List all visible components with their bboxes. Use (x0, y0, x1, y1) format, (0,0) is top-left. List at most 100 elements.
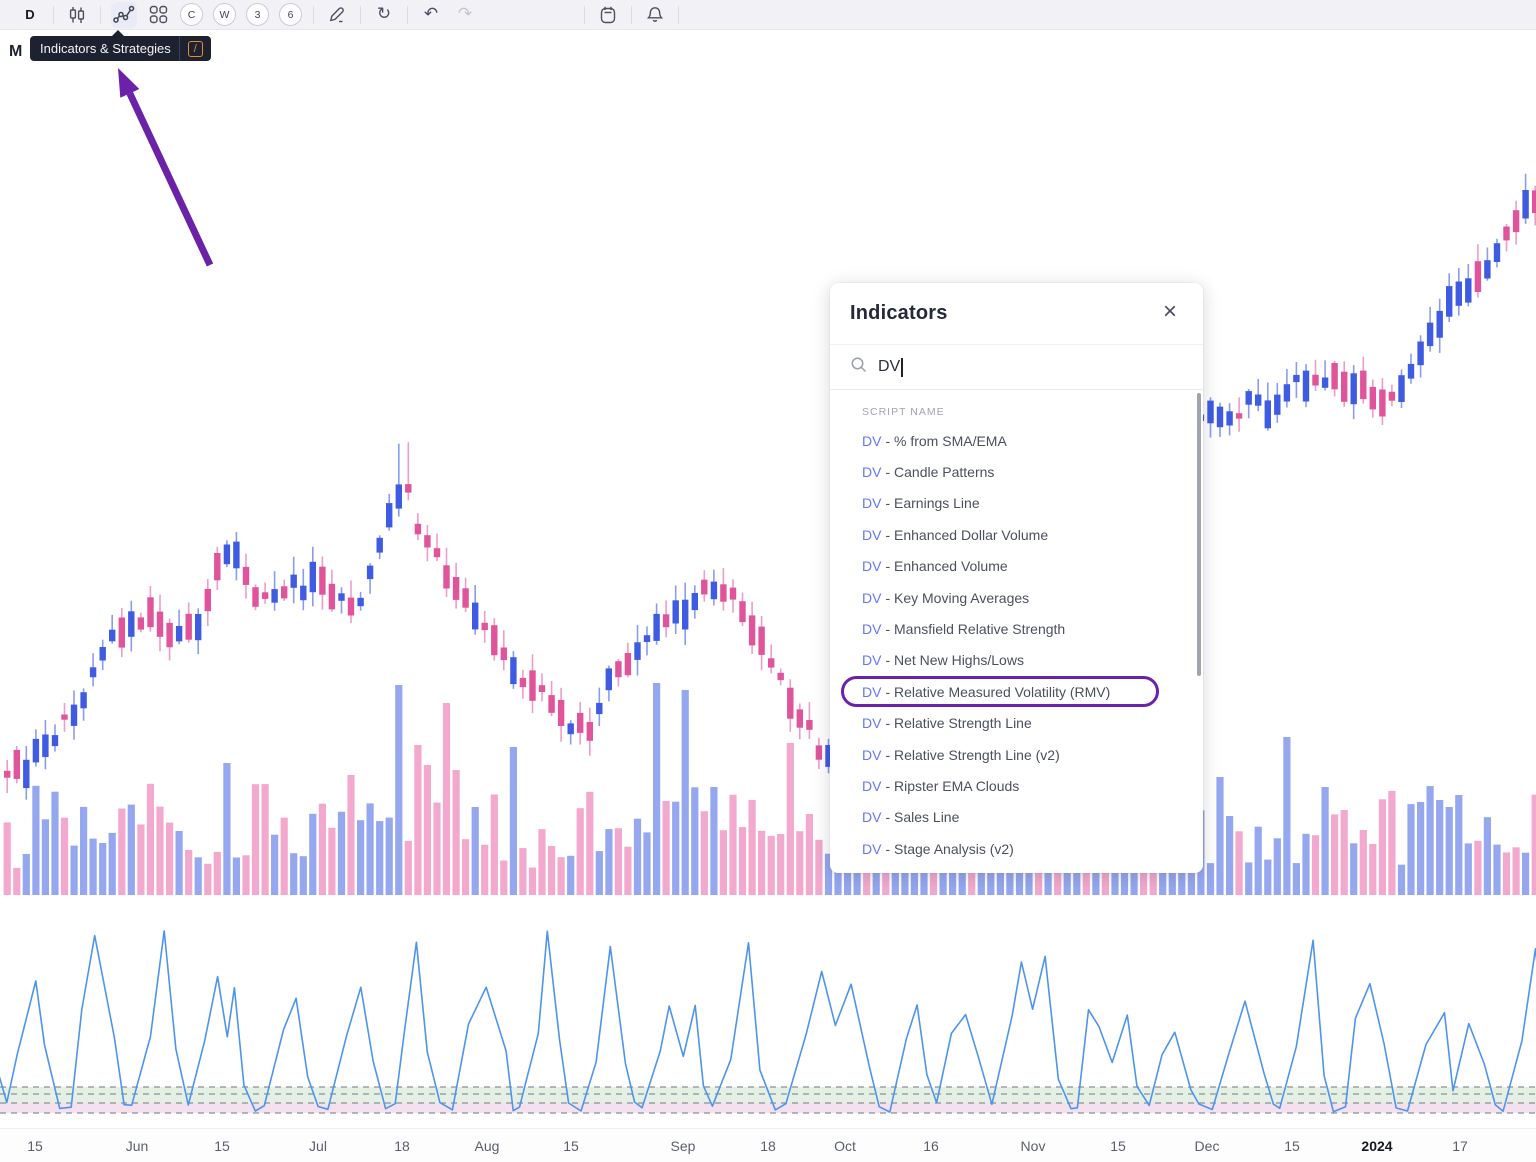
search-value: DV (878, 358, 900, 376)
top-toolbar: D CW36 (0, 0, 1536, 30)
indicator-label: - Mansfield Relative Strength (885, 621, 1065, 637)
toolbar-divider (407, 6, 408, 24)
text-caret (901, 358, 903, 377)
toolbar-divider (313, 6, 314, 24)
axis-label: Oct (834, 1138, 856, 1154)
indicator-list: SCRIPT NAME DV - % from SMA/EMADV - Cand… (830, 390, 1203, 873)
refresh-icon[interactable]: ↻ (371, 2, 397, 28)
shortcut-key-badge: / (188, 41, 203, 57)
indicator-list-item[interactable]: DV - Ripster EMA Clouds (830, 770, 1203, 801)
time-axis[interactable]: 15Jun15Jul18Aug15Sep18Oct16Nov15Dec15202… (0, 1128, 1536, 1162)
watchlist-clipboard-icon[interactable] (595, 2, 621, 28)
interval-button-6[interactable]: 6 (279, 3, 302, 26)
axis-label: 15 (563, 1138, 579, 1154)
axis-label: Jul (309, 1138, 327, 1154)
search-input[interactable]: DV (830, 345, 1203, 390)
indicator-code: DV (862, 558, 881, 574)
toolbar-divider (100, 6, 101, 24)
indicator-list-item[interactable]: DV - Earnings Line (830, 488, 1203, 519)
indicator-code: DV (862, 809, 881, 825)
indicator-code: DV (862, 527, 881, 543)
interval-button-w[interactable]: W (213, 3, 236, 26)
redo-icon: ↷ (452, 2, 478, 28)
axis-label: Aug (475, 1138, 500, 1154)
indicator-label: - Earnings Line (885, 495, 979, 511)
axis-label: 18 (760, 1138, 776, 1154)
indicators-dialog: Indicators × DV SCRIPT NAME DV - % from … (830, 283, 1203, 873)
tooltip-divider (179, 36, 180, 61)
indicator-list-item[interactable]: DV - Net New Highs/Lows (830, 645, 1203, 676)
dialog-header: Indicators × (830, 283, 1203, 345)
search-icon (850, 356, 868, 379)
axis-label: 15 (1284, 1138, 1300, 1154)
symbol-text-partial: M (9, 43, 22, 61)
indicator-code: DV (862, 684, 881, 700)
axis-label: 17 (1452, 1138, 1468, 1154)
axis-label: 18 (394, 1138, 410, 1154)
scrollbar-thumb[interactable] (1197, 393, 1201, 676)
candlestick-style-icon[interactable] (64, 2, 90, 28)
volume-bars (4, 683, 1536, 895)
indicator-label: - Stage Analysis (v2) (885, 841, 1013, 857)
indicator-label: - Sales Line (885, 809, 959, 825)
interval-button-3[interactable]: 3 (246, 3, 269, 26)
axis-label: Jun (126, 1138, 149, 1154)
candlesticks (4, 174, 1536, 800)
app-window: D CW36 (0, 0, 1536, 1162)
oscillator-line (0, 931, 1536, 1112)
layout-grid-icon[interactable] (145, 2, 171, 28)
indicator-label: - Net New Highs/Lows (885, 652, 1024, 668)
close-icon[interactable]: × (1155, 297, 1185, 327)
price-chart-canvas[interactable] (0, 30, 1536, 1162)
axis-label: Dec (1195, 1138, 1220, 1154)
indicator-list-item[interactable]: DV - Sales Line (830, 802, 1203, 833)
indicator-code: DV (862, 652, 881, 668)
indicator-list-item[interactable]: DV - Relative Measured Volatility (RMV) (830, 676, 1203, 707)
indicator-list-item[interactable]: DV - Relative Strength Line (830, 708, 1203, 739)
axis-label: Nov (1021, 1138, 1046, 1154)
dialog-title: Indicators (850, 302, 948, 325)
indicator-code: DV (862, 778, 881, 794)
indicator-code: DV (862, 433, 881, 449)
axis-label: 15 (27, 1138, 43, 1154)
indicator-code: DV (862, 715, 881, 731)
indicator-list-item[interactable]: DV - Relative Strength Line (v2) (830, 739, 1203, 770)
indicators-button[interactable] (111, 2, 137, 28)
axis-label: 15 (214, 1138, 230, 1154)
alerts-bell-icon[interactable] (642, 2, 668, 28)
timeframe-button[interactable]: D (17, 2, 43, 28)
axis-label: Sep (671, 1138, 696, 1154)
indicator-label: - Enhanced Volume (885, 558, 1007, 574)
indicator-label: - Key Moving Averages (885, 590, 1029, 606)
indicator-label: - Relative Strength Line (885, 715, 1031, 731)
indicator-code: DV (862, 495, 881, 511)
indicator-label: - Relative Strength Line (v2) (885, 747, 1059, 763)
indicator-code: DV (862, 464, 881, 480)
script-name-header: SCRIPT NAME (862, 406, 1203, 418)
indicator-label: - Candle Patterns (885, 464, 994, 480)
axis-label: 16 (923, 1138, 939, 1154)
indicator-label: - Relative Measured Volatility (RMV) (885, 684, 1110, 700)
toolbar-divider (584, 6, 585, 24)
indicator-list-item[interactable]: DV - Mansfield Relative Strength (830, 613, 1203, 644)
indicator-list-item[interactable]: DV - % from SMA/EMA (830, 425, 1203, 456)
indicator-code: DV (862, 621, 881, 637)
indicator-list-item[interactable]: DV - Enhanced Volume (830, 551, 1203, 582)
drawing-pencil-icon[interactable] (324, 2, 350, 28)
indicators-tooltip: Indicators & Strategies / (30, 36, 211, 61)
toolbar-divider (631, 6, 632, 24)
indicator-list-item[interactable]: DV - Candle Patterns (830, 456, 1203, 487)
interval-button-c[interactable]: C (180, 3, 203, 26)
indicator-label: - Enhanced Dollar Volume (885, 527, 1048, 543)
indicator-code: DV (862, 747, 881, 763)
axis-label: 2024 (1361, 1138, 1392, 1154)
interval-button-group: CW36 (175, 3, 307, 26)
undo-icon[interactable]: ↶ (418, 2, 444, 28)
indicator-list-item[interactable]: DV - Key Moving Averages (830, 582, 1203, 613)
indicator-list-item[interactable]: DV - Enhanced Dollar Volume (830, 519, 1203, 550)
indicator-code: DV (862, 590, 881, 606)
toolbar-divider (360, 6, 361, 24)
indicator-list-item[interactable]: DV - Stage Analysis (v2) (830, 833, 1203, 864)
toolbar-divider (678, 6, 679, 24)
indicator-code: DV (862, 841, 881, 857)
